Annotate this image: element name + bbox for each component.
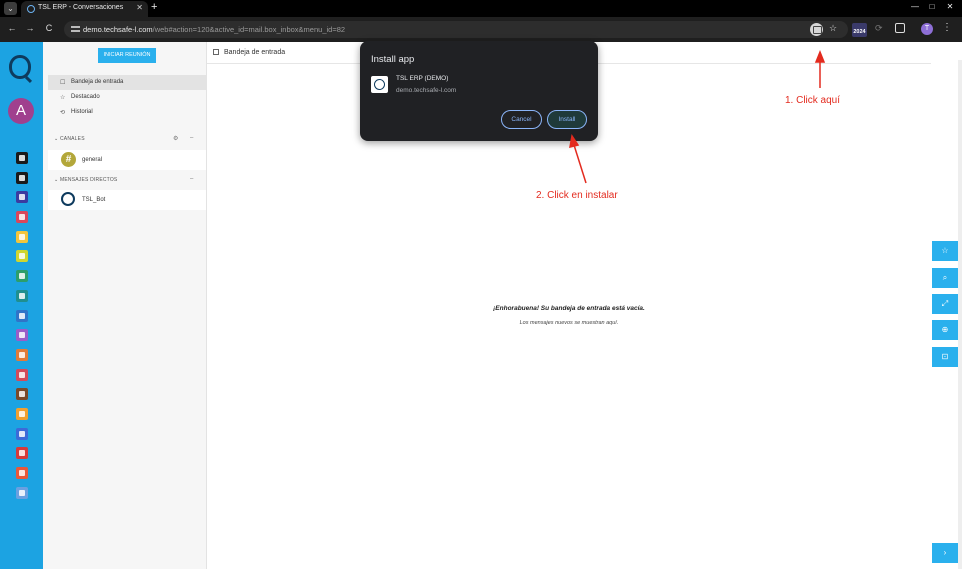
zoom-tool-button[interactable]: ⊕	[932, 320, 958, 340]
sidebar-item-label: Historial	[71, 109, 93, 115]
tab-title: TSL ERP - Conversaciones	[38, 4, 124, 11]
app-menu-icon[interactable]	[16, 289, 28, 302]
start-meeting-button[interactable]: INICIAR REUNIÓN	[98, 48, 156, 63]
star-icon: ☆	[60, 95, 66, 101]
app-menu-icon[interactable]	[16, 329, 28, 342]
app-menu-icon[interactable]	[16, 211, 28, 224]
app-menu-icon[interactable]	[16, 427, 28, 440]
empty-inbox-title: ¡Enhorabuena! Su bandeja de entrada está…	[493, 305, 645, 312]
empty-inbox-subtitle: Los mensajes nuevos se muestran aquí.	[519, 320, 619, 326]
sidebar-item-label: Bandeja de entrada	[71, 79, 124, 85]
dialog-app-name: TSL ERP (DEMO)	[396, 75, 449, 82]
install-button[interactable]: Install	[547, 110, 587, 129]
app-menu-icon[interactable]	[16, 250, 28, 263]
direct-name: TSL_Bot	[82, 197, 106, 203]
expand-tool-button[interactable]: ⤢	[932, 294, 958, 314]
history-icon: ⟲	[60, 110, 66, 116]
direct-collapse-icon[interactable]: –	[190, 176, 193, 182]
browser-toolbar: ← → C demo.techsafe-l.com/web#action=120…	[0, 17, 962, 42]
tab-close-icon[interactable]: ✕	[136, 3, 143, 12]
sidebar-item-inbox[interactable]: ☐ Bandeja de entrada	[48, 75, 206, 90]
tab-search-button[interactable]: ⌄	[4, 2, 17, 15]
window-close-button[interactable]: ✕	[944, 2, 956, 11]
back-button[interactable]: ←	[6, 23, 18, 33]
hash-icon: #	[61, 152, 76, 167]
channels-collapse-icon[interactable]: –	[190, 135, 193, 141]
app-rail: A	[0, 42, 43, 569]
address-bar[interactable]: demo.techsafe-l.com/web#action=120&activ…	[64, 21, 848, 38]
url-text: demo.techsafe-l.com/web#action=120&activ…	[83, 25, 346, 34]
install-app-dialog: Install app TSL ERP (DEMO) demo.techsafe…	[360, 41, 598, 141]
app-logo-icon	[371, 76, 388, 93]
browser-menu-icon[interactable]: ⋮	[942, 22, 952, 33]
sidebar-item-history[interactable]: ⟲ Historial	[48, 105, 206, 120]
screen: ⌄ TSL ERP - Conversaciones ✕ + — □ ✕ ← →…	[0, 0, 962, 569]
vertical-scrollbar[interactable]	[958, 60, 962, 569]
site-settings-icon[interactable]	[71, 25, 80, 34]
window-minimize-button[interactable]: —	[909, 2, 921, 11]
sidebar-item-label: Destacado	[71, 94, 100, 100]
annotation-step-2: 2. Click en instalar	[536, 190, 618, 201]
extensions-puzzle-icon[interactable]	[895, 23, 905, 33]
extension-2024-icon[interactable]: 2024	[852, 23, 867, 37]
app-menu-icon[interactable]	[16, 270, 28, 283]
app-menu-icon[interactable]	[16, 152, 28, 164]
extension-icon[interactable]: ⟳	[875, 23, 883, 34]
forward-button[interactable]: →	[24, 23, 36, 33]
bookmark-tool-button[interactable]: ⊡	[932, 347, 958, 367]
app-menu-icon[interactable]	[16, 309, 28, 322]
window-maximize-button[interactable]: □	[926, 2, 938, 11]
app-menu-icon[interactable]	[16, 230, 28, 243]
reload-button[interactable]: C	[43, 23, 55, 33]
tab-favicon-icon	[27, 5, 35, 13]
dialog-app-url: demo.techsafe-l.com	[396, 87, 457, 94]
cancel-button[interactable]: Cancel	[501, 110, 542, 129]
app-menu-icon[interactable]	[16, 447, 28, 460]
company-logo-icon[interactable]	[9, 55, 31, 79]
inbox-icon: ☐	[60, 80, 66, 86]
app-menu-icon[interactable]	[16, 388, 28, 401]
app-menu-icon[interactable]	[16, 467, 28, 479]
browser-tabstrip: ⌄ TSL ERP - Conversaciones ✕ + — □ ✕	[0, 0, 962, 17]
bookmark-star-icon[interactable]: ☆	[829, 23, 837, 34]
app-menu-icon[interactable]	[16, 368, 28, 381]
discuss-sidebar: INICIAR REUNIÓN ☐ Bandeja de entrada ☆ D…	[43, 42, 207, 569]
app-menu-icon[interactable]	[16, 348, 28, 361]
direct-messages-header[interactable]: ⌄ MENSAJES DIRECTOS	[54, 177, 117, 183]
app-menu-icon[interactable]	[16, 171, 28, 184]
channel-name: general	[82, 157, 103, 163]
user-avatar[interactable]: A	[8, 98, 34, 124]
annotation-step-1: 1. Click aquí	[785, 95, 841, 106]
app-menu-icon[interactable]	[16, 191, 28, 204]
browser-tab-active[interactable]: TSL ERP - Conversaciones ✕	[21, 1, 148, 17]
install-app-icon[interactable]	[810, 23, 823, 36]
page-title: Bandeja de entrada	[224, 49, 286, 56]
favorite-tool-button[interactable]: ☆	[932, 241, 958, 261]
profile-avatar[interactable]: T	[921, 23, 933, 35]
arrow-to-install-button	[573, 144, 587, 184]
bot-avatar-icon	[61, 192, 75, 206]
app-menu-icon[interactable]	[16, 486, 28, 499]
dialog-title: Install app	[371, 54, 415, 65]
channels-header[interactable]: ⌄ CANALES	[54, 136, 85, 142]
channel-item-general[interactable]: # general	[48, 150, 206, 170]
app-menu-icon[interactable]	[16, 407, 28, 420]
search-tool-button[interactable]: ⌕	[932, 268, 958, 288]
app-menu-list	[14, 152, 30, 506]
inbox-icon	[213, 49, 219, 55]
expand-panel-button[interactable]: ›	[932, 543, 958, 563]
sidebar-item-starred[interactable]: ☆ Destacado	[48, 90, 206, 105]
direct-item-tsl-bot[interactable]: TSL_Bot	[48, 190, 206, 210]
new-tab-button[interactable]: +	[151, 1, 157, 13]
channel-settings-icon[interactable]: ⚙	[173, 135, 178, 142]
